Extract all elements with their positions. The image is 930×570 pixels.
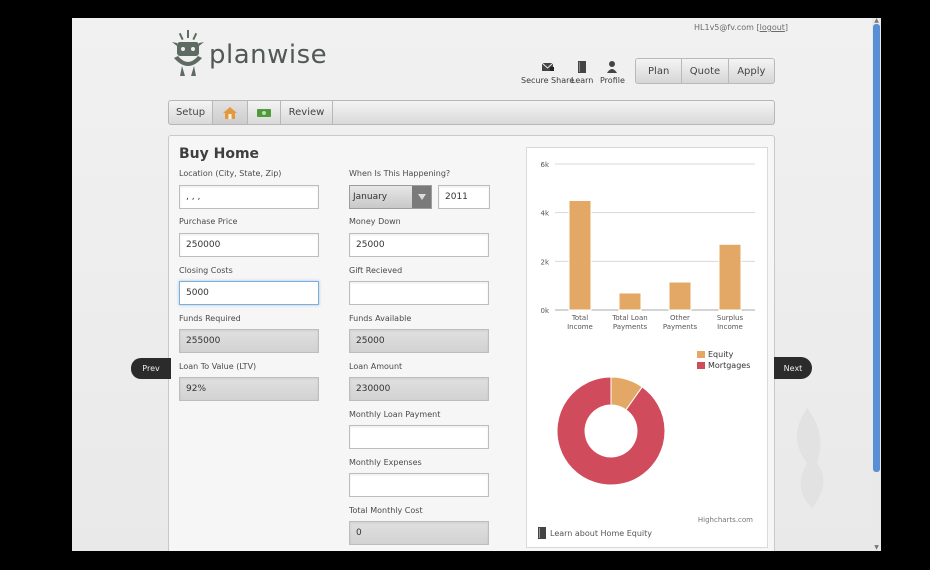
secure-share-button[interactable]: Secure Share bbox=[521, 60, 574, 85]
book-icon bbox=[578, 61, 587, 73]
chevron-down-icon[interactable] bbox=[412, 186, 431, 208]
location-input[interactable]: , , , bbox=[179, 185, 319, 209]
user-email: HL1v5@fv.com bbox=[694, 23, 754, 32]
nav-quote[interactable]: Quote bbox=[682, 59, 729, 83]
x-tick-label: Surplus Income bbox=[717, 314, 744, 331]
ltv-value: 92% bbox=[179, 377, 319, 401]
step-bar: Setup Review bbox=[168, 100, 775, 125]
prev-button[interactable]: Prev bbox=[131, 358, 171, 379]
month-value: January bbox=[353, 192, 388, 202]
brand-name: planwise bbox=[209, 40, 328, 70]
nav-plan[interactable]: Plan bbox=[636, 59, 683, 83]
bar bbox=[718, 243, 742, 311]
home-icon bbox=[223, 106, 237, 119]
step-review[interactable]: Review bbox=[281, 101, 333, 124]
y-tick-label: 2k bbox=[540, 258, 549, 266]
learn-label: Learn bbox=[571, 76, 594, 85]
page-title: Buy Home bbox=[179, 146, 260, 162]
book-icon bbox=[538, 527, 546, 539]
monthly-payment-input[interactable] bbox=[349, 425, 489, 449]
mail-lock-icon bbox=[541, 62, 554, 71]
chart-card: 0k 2k 4k 6k Total Income Total Loan Payments Oth… bbox=[526, 147, 768, 548]
bar-chart: 0k 2k 4k 6k Total Income Total Loan Payments Oth… bbox=[540, 161, 755, 331]
funds-required-value: 255000 bbox=[179, 329, 319, 353]
scroll-down-icon[interactable]: ▼ bbox=[873, 545, 880, 551]
logout-link[interactable]: logout bbox=[760, 23, 785, 32]
month-select[interactable]: January bbox=[349, 185, 432, 209]
total-monthly-label: Total Monthly Cost bbox=[349, 506, 423, 515]
y-tick-label: 6k bbox=[540, 161, 549, 169]
planwise-logo-icon bbox=[172, 30, 204, 76]
monthly-expenses-label: Monthly Expenses bbox=[349, 458, 422, 467]
y-tick-label: 4k bbox=[540, 210, 549, 218]
monthly-payment-label: Monthly Loan Payment bbox=[349, 410, 441, 419]
scrollbar[interactable]: ▲ ▼ bbox=[872, 18, 881, 551]
x-tick-label: Total Income bbox=[567, 314, 593, 331]
money-icon bbox=[257, 108, 271, 117]
step-home[interactable] bbox=[213, 101, 248, 124]
closing-costs-input[interactable]: 5000 bbox=[179, 281, 319, 305]
scroll-thumb[interactable] bbox=[873, 24, 880, 472]
funds-available-label: Funds Available bbox=[349, 314, 412, 323]
next-button[interactable]: Next bbox=[774, 357, 812, 379]
highcharts-credits[interactable]: Highcharts.com bbox=[698, 516, 753, 524]
person-icon bbox=[607, 61, 618, 73]
bar bbox=[668, 281, 692, 311]
legend-label: Mortgages bbox=[708, 361, 750, 370]
gift-input[interactable] bbox=[349, 281, 489, 305]
profile-label: Profile bbox=[600, 76, 625, 85]
ltv-label: Loan To Value (LTV) bbox=[179, 362, 257, 371]
closing-costs-label: Closing Costs bbox=[179, 266, 233, 275]
x-tick-label: Other Payments bbox=[663, 314, 698, 331]
brand-logo[interactable]: planwise bbox=[168, 28, 328, 80]
money-down-input[interactable]: 25000 bbox=[349, 233, 489, 257]
learn-button[interactable]: Learn bbox=[571, 60, 593, 85]
bar bbox=[568, 200, 592, 311]
purchase-price-label: Purchase Price bbox=[179, 217, 238, 226]
legend-swatch bbox=[697, 362, 705, 369]
donut-slice bbox=[556, 376, 666, 486]
step-money[interactable] bbox=[248, 101, 281, 124]
loan-amount-value: 230000 bbox=[349, 377, 489, 401]
loan-amount-label: Loan Amount bbox=[349, 362, 403, 371]
total-monthly-value: 0 bbox=[349, 521, 489, 545]
profile-button[interactable]: Profile bbox=[600, 60, 625, 85]
money-down-label: Money Down bbox=[349, 217, 401, 226]
learn-home-equity-label: Learn about Home Equity bbox=[550, 528, 652, 538]
funds-required-label: Funds Required bbox=[179, 314, 241, 323]
x-tick-label: Total Loan Payments bbox=[611, 314, 647, 331]
main-nav: Plan Quote Apply bbox=[635, 58, 775, 84]
donut-chart: Equity Mortgages bbox=[556, 350, 750, 486]
when-label: When Is This Happening? bbox=[349, 169, 451, 178]
purchase-price-input[interactable]: 250000 bbox=[179, 233, 319, 257]
buy-home-panel: Buy Home Location (City, State, Zip) , ,… bbox=[168, 135, 775, 551]
gift-label: Gift Recieved bbox=[349, 266, 403, 275]
year-input[interactable]: 2011 bbox=[438, 185, 490, 209]
watermark-logo-icon bbox=[797, 408, 824, 508]
y-tick-label: 0k bbox=[540, 307, 549, 315]
bar bbox=[618, 292, 642, 311]
app-frame: planwise HL1v5@fv.com [logout] Secure Sh… bbox=[72, 18, 881, 551]
learn-home-equity-link[interactable]: Learn about Home Equity bbox=[537, 527, 652, 539]
legend-swatch bbox=[697, 351, 705, 358]
secure-share-label: Secure Share bbox=[521, 76, 575, 85]
nav-apply[interactable]: Apply bbox=[729, 59, 774, 83]
legend-label: Equity bbox=[708, 350, 734, 359]
user-info: HL1v5@fv.com [logout] bbox=[694, 23, 789, 32]
funds-available-value: 25000 bbox=[349, 329, 489, 353]
step-setup[interactable]: Setup bbox=[169, 101, 213, 124]
location-label: Location (City, State, Zip) bbox=[179, 169, 282, 178]
monthly-expenses-input[interactable] bbox=[349, 473, 489, 497]
